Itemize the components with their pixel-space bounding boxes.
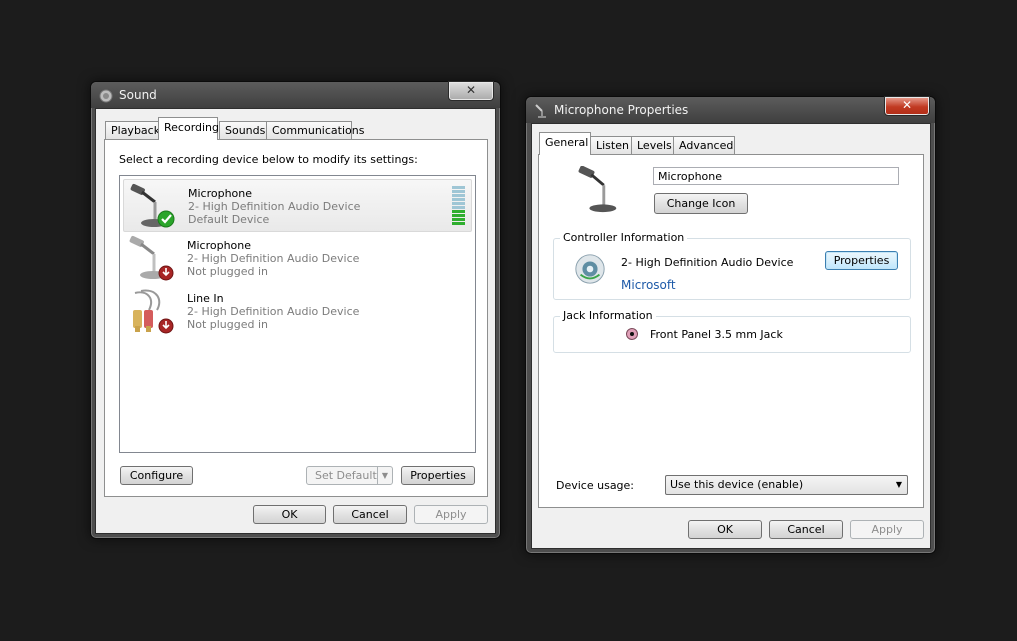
jack-information-group: Jack Information Front Panel 3.5 mm Jack: [553, 309, 911, 353]
device-status: Default Device: [188, 213, 270, 226]
device-driver: 2- High Definition Audio Device: [188, 200, 361, 213]
close-icon: ✕: [465, 83, 477, 97]
tab-listen[interactable]: Listen: [590, 136, 632, 155]
properties-titlebar[interactable]: Microphone Properties ✕: [526, 96, 935, 123]
close-button[interactable]: ✕: [448, 81, 494, 101]
change-icon-button[interactable]: Change Icon: [654, 193, 748, 214]
sound-window-title: Sound: [119, 88, 157, 102]
controller-vendor-link[interactable]: Microsoft: [621, 278, 676, 292]
controller-information-group: Controller Information 2- High Definitio…: [553, 231, 911, 300]
device-name: Microphone: [188, 187, 253, 200]
level-meter-segment: [452, 190, 465, 193]
apply-button[interactable]: Apply: [414, 505, 488, 524]
close-button[interactable]: ✕: [884, 96, 930, 116]
tab-advanced[interactable]: Advanced: [673, 136, 735, 155]
microphone-device-icon: [578, 166, 617, 213]
instruction-text: Select a recording device below to modif…: [119, 153, 418, 166]
device-status: Not plugged in: [187, 265, 269, 278]
line-in-unplugged-icon: [133, 289, 174, 334]
device-usage-select[interactable]: Use this device (enable) ▼: [665, 475, 908, 495]
close-icon: ✕: [901, 98, 913, 112]
device-name: Microphone: [187, 239, 252, 252]
level-meter-segment: [452, 210, 465, 213]
level-meter: [452, 186, 465, 226]
level-meter-segment: [452, 222, 465, 225]
jack-color-icon: [626, 328, 638, 340]
cancel-button[interactable]: Cancel: [769, 520, 843, 539]
ok-button[interactable]: OK: [688, 520, 762, 539]
tab-general[interactable]: General: [539, 132, 591, 155]
level-meter-segment: [452, 194, 465, 197]
level-meter-segment: [452, 186, 465, 189]
device-name-field[interactable]: Microphone: [653, 167, 899, 185]
tab-sounds[interactable]: Sounds: [219, 121, 267, 140]
dropdown-arrow-icon[interactable]: ▼: [377, 467, 392, 484]
cancel-button[interactable]: Cancel: [333, 505, 407, 524]
level-meter-segment: [452, 206, 465, 209]
device-driver: 2- High Definition Audio Device: [187, 305, 360, 318]
controller-device-name: 2- High Definition Audio Device: [621, 256, 794, 269]
list-item[interactable]: Line In 2- High Definition Audio Device …: [123, 285, 472, 336]
device-list[interactable]: Microphone 2- High Definition Audio Devi…: [119, 175, 476, 453]
controller-properties-button[interactable]: Properties: [825, 251, 898, 270]
properties-client-area: General Listen Levels Advanced Microphon…: [531, 123, 931, 549]
apply-button[interactable]: Apply: [850, 520, 924, 539]
properties-button[interactable]: Properties: [401, 466, 475, 485]
properties-window-title: Microphone Properties: [554, 103, 689, 117]
level-meter-segment: [452, 198, 465, 201]
tab-recording[interactable]: Recording: [158, 117, 219, 140]
general-tab-panel: Microphone Change Icon Controller Inform…: [538, 154, 924, 508]
level-meter-segment: [452, 214, 465, 217]
device-usage-label: Device usage:: [556, 479, 635, 492]
configure-button[interactable]: Configure: [120, 466, 193, 485]
microphone-icon: [535, 104, 546, 118]
level-meter-segment: [452, 218, 465, 221]
tab-communications[interactable]: Communications: [266, 121, 364, 140]
chevron-down-icon: ▼: [895, 480, 902, 489]
microphone-unplugged-icon: [129, 235, 174, 281]
sound-window: Sound ✕ Playback Recording Sounds Commun…: [90, 81, 501, 539]
ok-button[interactable]: OK: [253, 505, 326, 524]
tab-playback[interactable]: Playback: [105, 121, 161, 140]
device-name: Line In: [187, 292, 224, 305]
sound-titlebar[interactable]: Sound ✕: [91, 81, 500, 108]
tab-levels[interactable]: Levels: [631, 136, 674, 155]
jack-label: Front Panel 3.5 mm Jack: [650, 328, 783, 341]
device-driver: 2- High Definition Audio Device: [187, 252, 360, 265]
level-meter-segment: [452, 202, 465, 205]
microphone-default-icon: [130, 183, 175, 228]
list-item[interactable]: Microphone 2- High Definition Audio Devi…: [123, 232, 472, 283]
device-status: Not plugged in: [187, 318, 269, 331]
jack-group-title: Jack Information: [560, 309, 656, 322]
audio-driver-icon: [575, 254, 605, 284]
set-default-button[interactable]: Set Default ▼: [306, 466, 393, 485]
sound-client-area: Playback Recording Sounds Communications…: [95, 108, 496, 534]
speaker-icon: [99, 89, 113, 103]
controller-group-title: Controller Information: [560, 231, 688, 244]
recording-tab-panel: Select a recording device below to modif…: [104, 139, 488, 497]
list-item[interactable]: Microphone 2- High Definition Audio Devi…: [123, 179, 472, 232]
microphone-properties-window: Microphone Properties ✕ General Listen L…: [525, 96, 936, 554]
